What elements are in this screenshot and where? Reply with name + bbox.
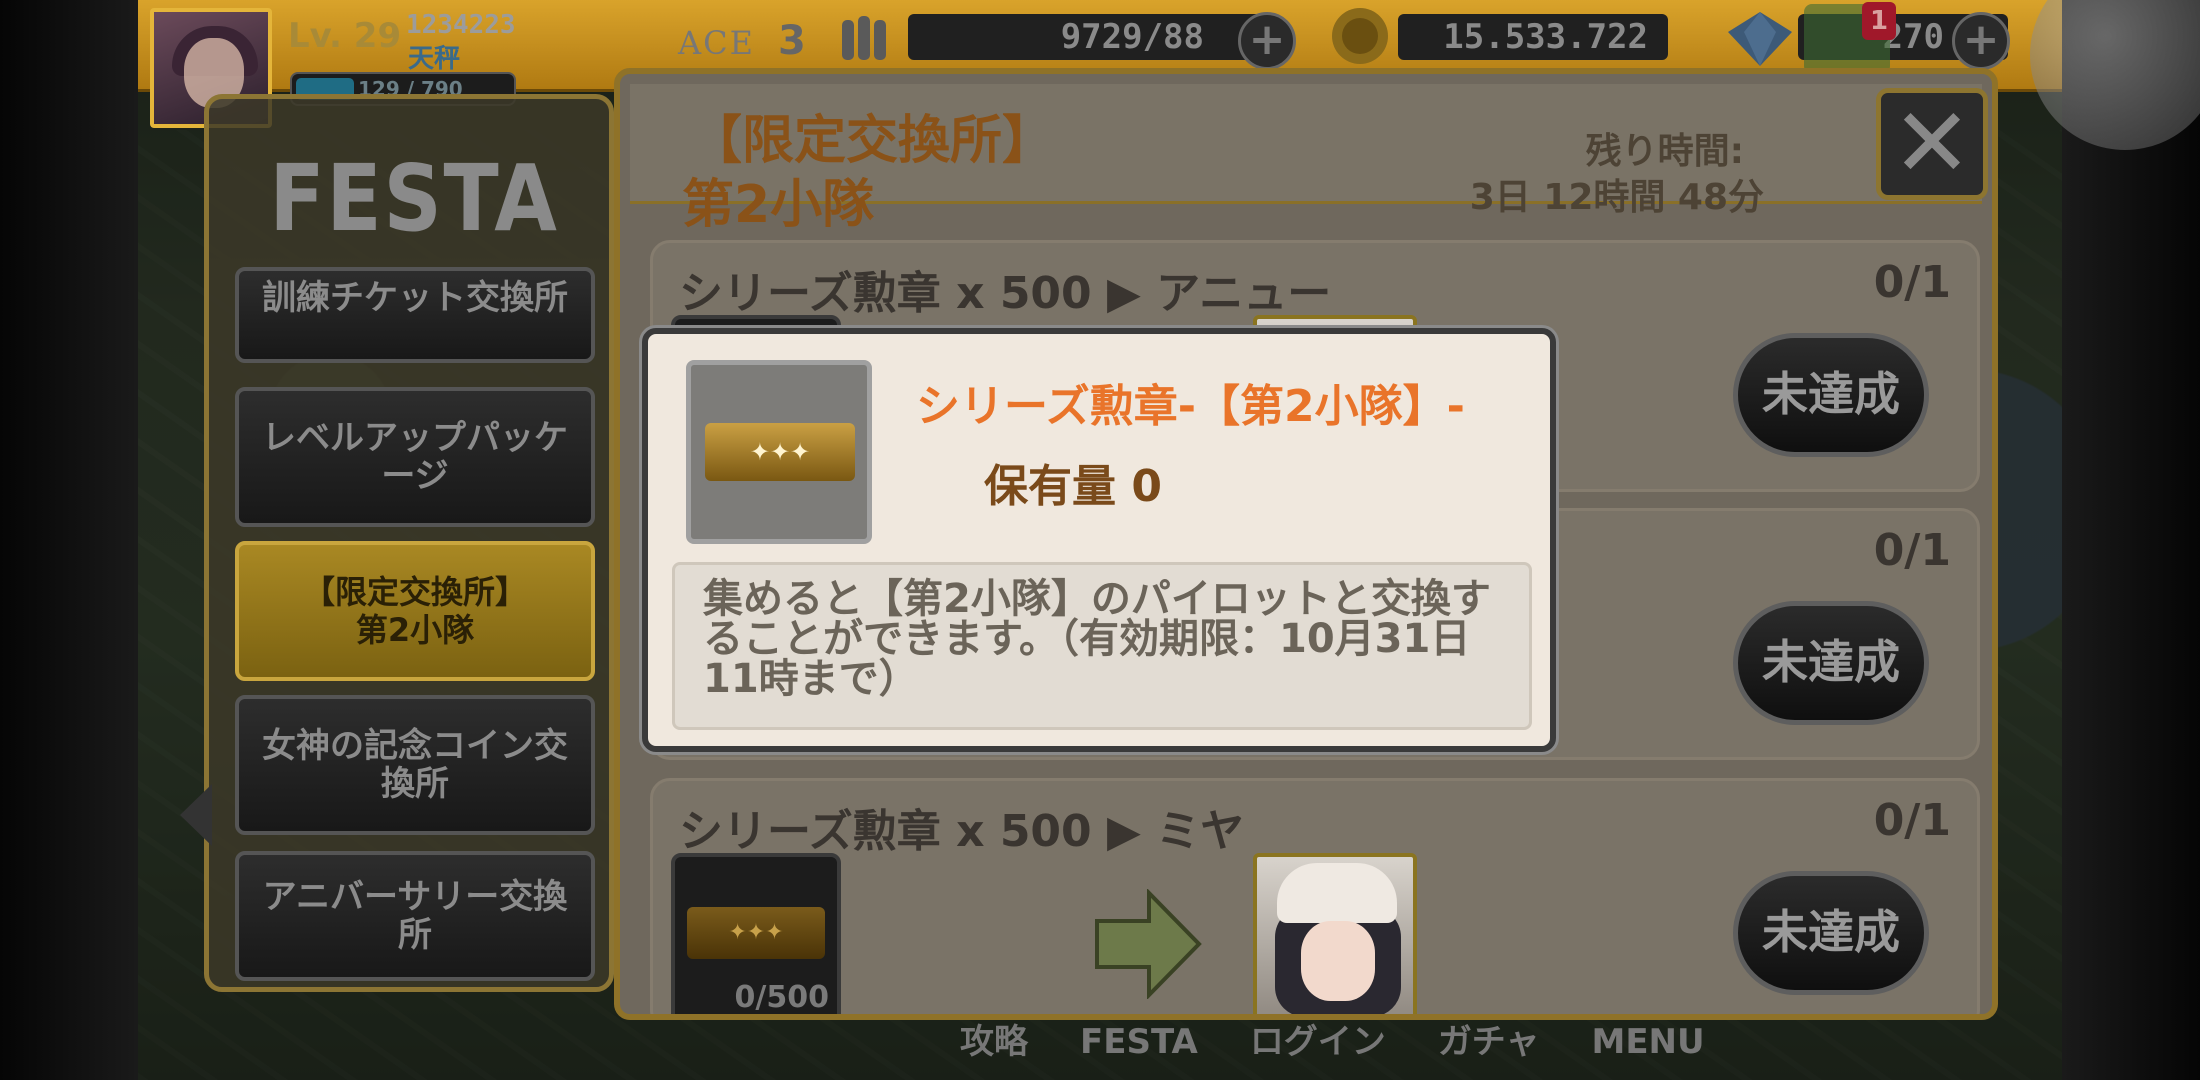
pilot-face bbox=[1301, 921, 1375, 1001]
player-id: 1234223 bbox=[406, 10, 516, 40]
festa-sidebar: FESTA 訓練チケット交換所 レベルアップパッケージ 【限定交換所】 第2小隊… bbox=[204, 94, 614, 992]
nav-item-menu[interactable]: MENU bbox=[1591, 1012, 1704, 1072]
ammo-plus-button[interactable]: + bbox=[1238, 12, 1296, 70]
row-title: シリーズ勲章 x 500 ▶ ミヤ bbox=[679, 806, 1245, 857]
valkyrie-logo-icon: ✦✦✦ bbox=[705, 423, 855, 481]
coin-icon bbox=[1332, 8, 1388, 64]
notification-badge: 1 bbox=[1862, 2, 1896, 40]
sidebar-item-levelup-package[interactable]: レベルアップパッケージ bbox=[235, 387, 595, 527]
panel-header: 【限定交換所】 第2小隊 残り時間: 3日 12時間 48分 bbox=[630, 84, 1982, 235]
valkyrie-logo-icon: ✦✦✦ bbox=[687, 907, 825, 959]
bottom-nav: 攻略 FESTA ログイン ガチャ MENU bbox=[960, 1012, 1705, 1072]
remaining-time-value: 3日 12時間 48分 bbox=[1469, 177, 1764, 218]
item-info-popup[interactable]: ✦✦✦ シリーズ勲章-【第2小隊】- 保有量 0 集めると【第2小隊】のパイロッ… bbox=[642, 328, 1556, 752]
remaining-time-label: 残り時間: bbox=[1585, 131, 1744, 172]
player-level: Lv. 29 bbox=[288, 16, 402, 56]
festa-title: FESTA bbox=[269, 145, 559, 252]
sidebar-item-anniversary-exchange[interactable]: アニバーサリー交換所 bbox=[235, 851, 595, 981]
medal-slot: ✦✦✦ 0/500 bbox=[671, 853, 841, 1015]
medal-icon: ✦✦✦ bbox=[686, 360, 872, 544]
status-button[interactable]: 未達成 bbox=[1733, 871, 1929, 995]
medal-count: 0/500 bbox=[734, 980, 829, 1015]
row-count: 0/1 bbox=[1873, 795, 1951, 846]
sidebar-item-goddess-coin-exchange[interactable]: 女神の記念コイン交換所 bbox=[235, 695, 595, 835]
close-button[interactable]: ✕ bbox=[1876, 88, 1988, 200]
holding-amount: 保有量 0 bbox=[984, 461, 1162, 512]
sidebar-item-label: 訓練チケット交換所 bbox=[262, 278, 568, 318]
item-description: 集めると【第2小隊】のパイロットと交換することができます。（有効期限：10月31… bbox=[672, 562, 1532, 730]
gem-plus-button[interactable]: + bbox=[1952, 12, 2010, 70]
row-count: 0/1 bbox=[1873, 525, 1951, 576]
left-frame bbox=[0, 0, 138, 1080]
ammo-counter: 9729/88 bbox=[908, 14, 1268, 60]
nav-item-strategy[interactable]: 攻略 bbox=[960, 1012, 1028, 1072]
status-button[interactable]: 未達成 bbox=[1733, 333, 1929, 457]
ammo-icon bbox=[842, 16, 886, 60]
sidebar-item-training-ticket-exchange[interactable]: 訓練チケット交換所 bbox=[235, 267, 595, 363]
row-count: 0/1 bbox=[1873, 257, 1951, 308]
exchange-row: シリーズ勲章 x 500 ▶ ミヤ 0/1 ✦✦✦ 0/500 未達成 bbox=[650, 778, 1980, 1015]
arrow-right-icon bbox=[1095, 889, 1202, 999]
sidebar-item-limited-exchange[interactable]: 【限定交換所】 第2小隊 bbox=[235, 541, 595, 681]
panel-subtitle: 第2小隊 bbox=[682, 175, 875, 235]
ace-value: 3 bbox=[778, 18, 806, 64]
player-name: 天秤 bbox=[408, 44, 461, 74]
sidebar-item-label: アニバーサリー交換所 bbox=[262, 877, 568, 955]
chevron-left-icon[interactable] bbox=[176, 780, 216, 850]
ace-label: ACE bbox=[678, 24, 755, 62]
gem-icon bbox=[1728, 12, 1792, 66]
coin-counter: 15.533.722 bbox=[1398, 14, 1668, 60]
nav-item-festa[interactable]: FESTA bbox=[1080, 1012, 1198, 1072]
nav-item-login[interactable]: ログイン bbox=[1250, 1012, 1386, 1072]
item-name: シリーズ勲章-【第2小隊】- bbox=[916, 381, 1465, 432]
sidebar-item-label: 女神の記念コイン交換所 bbox=[262, 726, 568, 804]
sidebar-item-label: レベルアップパッケージ bbox=[262, 418, 568, 496]
sidebar-item-label: 【限定交換所】 第2小隊 bbox=[302, 573, 527, 649]
right-frame bbox=[2062, 0, 2200, 1080]
reward-pilot-portrait bbox=[1253, 853, 1417, 1014]
status-button[interactable]: 未達成 bbox=[1733, 601, 1929, 725]
nav-item-gacha[interactable]: ガチャ bbox=[1438, 1012, 1540, 1072]
row-title: シリーズ勲章 x 500 ▶ アニュー bbox=[679, 268, 1332, 319]
pilot-hat bbox=[1277, 863, 1397, 923]
